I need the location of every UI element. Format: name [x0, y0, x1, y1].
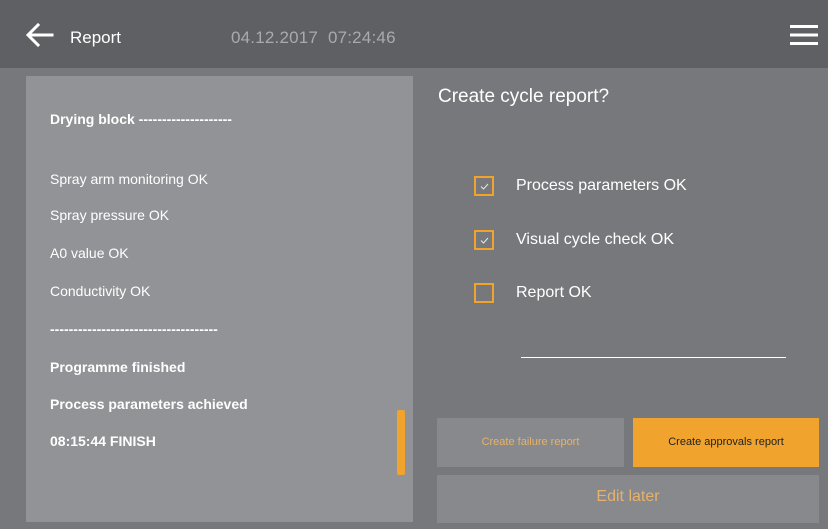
log-line: Spray pressure OK: [50, 207, 170, 223]
date-time-display: 04.12.2017 07:24:46: [231, 28, 396, 48]
log-line: Spray arm monitoring OK: [50, 171, 208, 187]
checkmark-icon: [480, 183, 489, 190]
log-line: Drying block --------------------: [50, 111, 232, 127]
log-line: A0 value OK: [50, 245, 129, 261]
checkbox[interactable]: [474, 283, 494, 303]
page-title: Report: [70, 28, 122, 47]
create-approvals-report-button[interactable]: Create approvals report: [633, 418, 819, 467]
checkbox[interactable]: [474, 176, 494, 196]
create-failure-report-button[interactable]: Create failure report: [437, 418, 624, 467]
menu-button[interactable]: [789, 22, 819, 48]
log-line: 08:15:44 FINISH: [50, 433, 156, 449]
log-line: ------------------------------------: [50, 321, 218, 337]
arrow-left-icon: [25, 22, 54, 48]
checkbox-label: Visual cycle check OK: [516, 231, 674, 248]
divider-line: [521, 357, 786, 358]
edit-later-button[interactable]: Edit later: [437, 475, 819, 523]
dialog-question: Create cycle report?: [438, 86, 610, 107]
checkmark-icon: [480, 237, 489, 244]
date-text: 04.12.2017: [231, 28, 319, 47]
log-line: Conductivity OK: [50, 283, 151, 299]
checkbox-label: Report OK: [516, 284, 592, 301]
report-log-panel[interactable]: Drying block -------------------- Spray …: [26, 76, 413, 522]
header-bar: Report 04.12.2017 07:24:46: [0, 0, 828, 68]
time-text: 07:24:46: [327, 28, 396, 47]
checkbox[interactable]: [474, 230, 494, 250]
log-line: Programme finished: [50, 359, 186, 375]
back-button[interactable]: [24, 22, 54, 48]
log-line: Process parameters achieved: [50, 396, 248, 412]
checkbox-label: Process parameters OK: [516, 177, 687, 194]
hamburger-menu-icon: [790, 25, 818, 45]
log-scrollbar[interactable]: [397, 410, 405, 475]
